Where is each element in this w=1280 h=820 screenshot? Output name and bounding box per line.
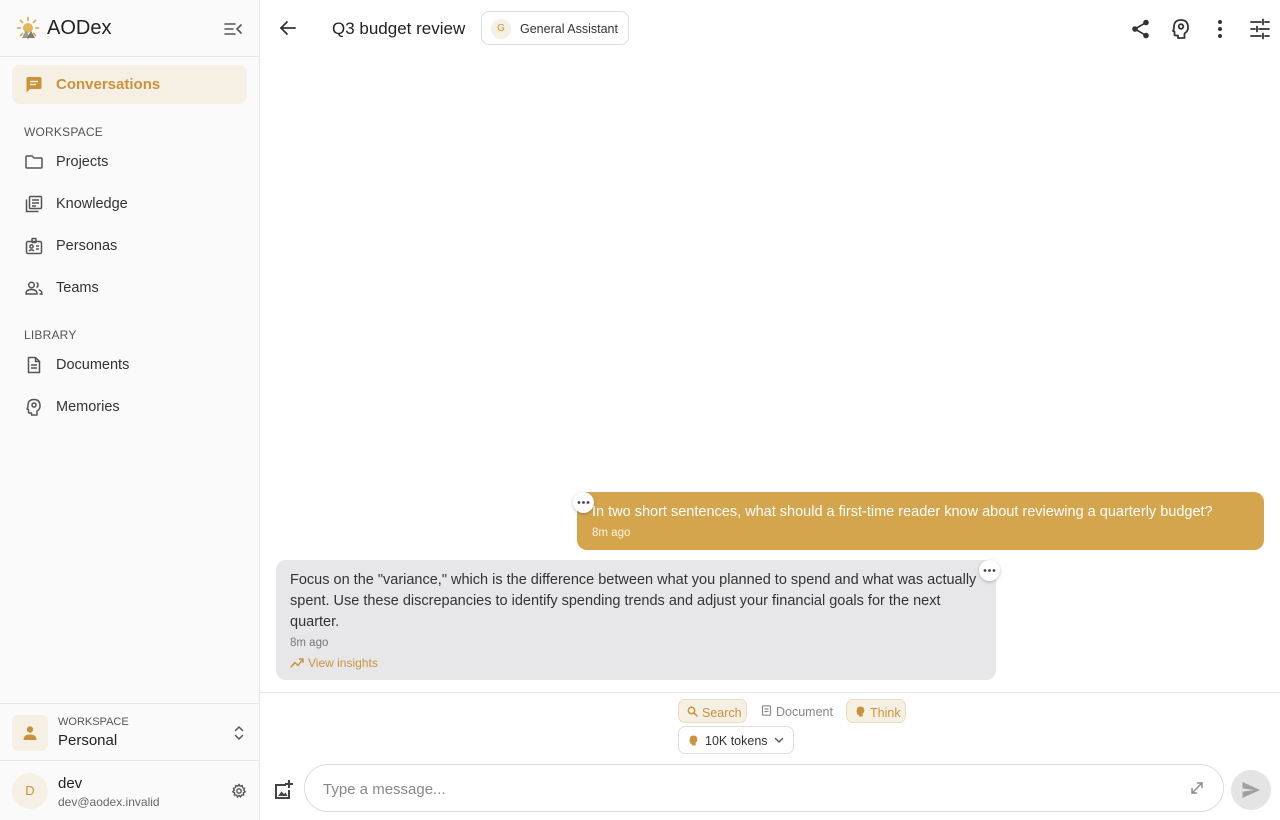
- document-toggle[interactable]: Document: [753, 699, 841, 723]
- token-budget-value: 10K tokens: [705, 734, 768, 748]
- sidebar-item-documents[interactable]: Documents: [12, 347, 247, 383]
- message-text: Focus on the "variance," which is the di…: [290, 572, 977, 630]
- section-heading-workspace: WORKSPACE: [24, 125, 103, 139]
- user-message: In two short sentences, what should a fi…: [577, 492, 1264, 550]
- page-title: Q3 budget review: [332, 19, 466, 38]
- add-image-icon[interactable]: [273, 779, 295, 801]
- send-button[interactable]: [1231, 770, 1271, 810]
- sidebar-item-conversations[interactable]: Conversations: [12, 65, 247, 104]
- sidebar-item-label: Teams: [56, 280, 99, 296]
- gear-icon[interactable]: [231, 783, 247, 799]
- workspace-caption: WORKSPACE: [58, 716, 129, 728]
- send-icon: [1242, 782, 1260, 798]
- user-email: dev@aodex.invalid: [58, 795, 160, 809]
- token-budget-select[interactable]: 10K tokens: [678, 726, 794, 754]
- badge-icon: [25, 237, 43, 255]
- workspace-name: Personal: [58, 732, 118, 749]
- persona-avatar: G: [491, 19, 511, 39]
- persona-selector[interactable]: G General Assistant: [481, 11, 629, 45]
- expand-icon[interactable]: [1189, 780, 1205, 796]
- message-timestamp: 8m ago: [290, 637, 329, 649]
- app-name: AODex: [47, 17, 112, 39]
- settings-sliders-icon[interactable]: [1248, 17, 1272, 41]
- sidebar-item-teams[interactable]: Teams: [12, 270, 247, 306]
- message-composer: [304, 764, 1224, 812]
- composer-divider: [260, 692, 1280, 693]
- sidebar-item-label: Personas: [56, 238, 118, 254]
- document-toggle-label: Document: [776, 705, 833, 719]
- share-icon[interactable]: [1129, 17, 1153, 41]
- workspace-switcher[interactable]: WORKSPACE Personal: [0, 703, 259, 760]
- think-toggle[interactable]: Think: [846, 699, 906, 723]
- unfold-icon[interactable]: [231, 724, 247, 742]
- brain-icon[interactable]: [1169, 17, 1193, 41]
- message-text: In two short sentences, what should a fi…: [592, 504, 1213, 520]
- brain-icon: [856, 706, 865, 717]
- section-heading-library: LIBRARY: [24, 328, 77, 342]
- trend-icon: [290, 658, 304, 668]
- more-vertical-icon[interactable]: [1208, 17, 1232, 41]
- document-icon: [761, 705, 772, 716]
- folder-icon: [25, 155, 43, 169]
- chat-bubble-icon: [26, 77, 42, 93]
- search-icon: [687, 706, 698, 717]
- message-timestamp: 8m ago: [592, 527, 631, 539]
- back-arrow-icon[interactable]: [278, 18, 298, 38]
- app-logo: [16, 16, 40, 40]
- sidebar-item-memories[interactable]: Memories: [12, 389, 247, 425]
- user-name: dev: [58, 775, 83, 792]
- sidebar-item-personas[interactable]: Personas: [12, 228, 247, 264]
- more-horizontal-icon: [577, 501, 590, 504]
- sidebar-item-knowledge[interactable]: Knowledge: [12, 186, 247, 222]
- chevron-down-icon: [774, 737, 784, 743]
- sidebar-item-label: Documents: [56, 357, 130, 373]
- brand-header: AODex: [0, 0, 259, 57]
- more-horizontal-icon: [983, 569, 996, 572]
- message-input[interactable]: [323, 777, 1173, 801]
- avatar: D: [12, 773, 48, 809]
- sidebar: AODex Conversations WORKSPACE Projects K…: [0, 0, 260, 820]
- persona-label: General Assistant: [520, 22, 618, 36]
- user-message-more-button[interactable]: [573, 492, 594, 513]
- assistant-message-more-button[interactable]: [979, 560, 1000, 581]
- sidebar-item-label: Knowledge: [56, 196, 128, 212]
- sidebar-item-label: Memories: [56, 399, 120, 415]
- conversation-header: Q3 budget review G General Assistant: [260, 0, 1280, 57]
- assistant-message: Focus on the "variance," which is the di…: [276, 560, 996, 680]
- view-insights-label: View insights: [308, 656, 378, 670]
- collapse-sidebar-icon[interactable]: [222, 18, 244, 40]
- workspace-avatar: [12, 715, 48, 751]
- person-icon: [23, 726, 37, 740]
- user-profile: D dev dev@aodex.invalid: [0, 760, 259, 820]
- sidebar-item-projects[interactable]: Projects: [12, 144, 247, 180]
- search-toggle-label: Search: [702, 706, 742, 720]
- sidebar-item-label: Projects: [56, 154, 109, 170]
- search-toggle[interactable]: Search: [678, 699, 747, 723]
- library-icon: [25, 195, 43, 213]
- sidebar-item-label: Conversations: [56, 76, 161, 93]
- brain-icon: [689, 735, 698, 746]
- people-icon: [25, 281, 43, 295]
- think-toggle-label: Think: [870, 706, 901, 720]
- document-icon: [27, 356, 41, 374]
- brain-icon: [26, 398, 41, 416]
